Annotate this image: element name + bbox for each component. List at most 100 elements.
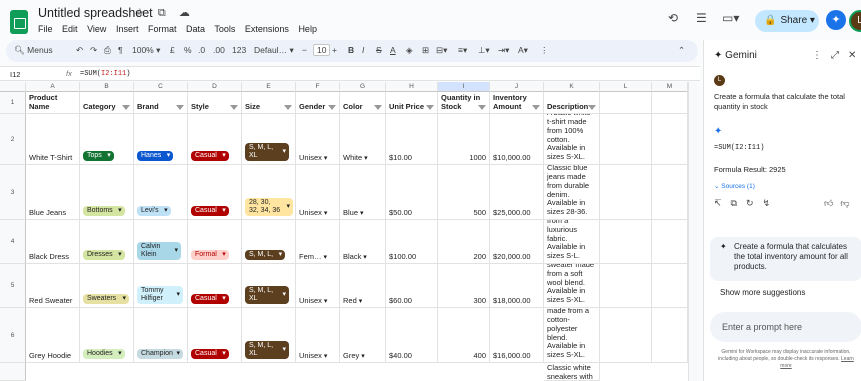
empty-cell[interactable] — [600, 92, 652, 114]
menu-help[interactable]: Help — [298, 24, 317, 34]
gender-dropdown[interactable]: Unisex — [299, 208, 327, 217]
currency-button[interactable]: £ — [170, 45, 175, 55]
size-chip[interactable]: 28, 30, 32, 34, 36 — [245, 198, 293, 216]
italic-icon[interactable]: I — [362, 45, 364, 55]
increase-decimal-button[interactable]: .00 — [213, 45, 225, 55]
table-cell[interactable]: A basic white t-shirt made from 100% cot… — [544, 114, 600, 165]
column-header-d[interactable]: D — [188, 82, 242, 92]
menu-file[interactable]: File — [38, 24, 53, 34]
table-cell[interactable]: White T-Shirt — [26, 114, 80, 165]
table-cell[interactable]: 500 — [438, 165, 490, 220]
table-cell[interactable]: Grey — [340, 308, 386, 363]
more-options-icon[interactable]: ⋮ — [812, 50, 831, 61]
category-chip[interactable]: Sweaters — [83, 294, 129, 304]
regenerate-icon[interactable]: ↻ — [746, 198, 763, 208]
empty-cell[interactable] — [652, 308, 688, 363]
text-rotation-icon[interactable]: A▾ — [518, 45, 528, 56]
color-dropdown[interactable]: Red — [343, 296, 362, 305]
header-cell[interactable]: Description — [544, 92, 600, 114]
header-cell[interactable]: Color — [340, 92, 386, 114]
table-cell[interactable]: Tops — [80, 114, 134, 165]
sources-toggle[interactable]: ⌄ Sources (1) — [714, 182, 755, 190]
name-box[interactable]: I12 — [10, 70, 20, 79]
table-cell[interactable]: 300 — [438, 264, 490, 308]
row-header-6[interactable]: 6 — [0, 308, 26, 363]
style-chip[interactable]: Casual — [191, 206, 229, 216]
filter-icon[interactable] — [328, 105, 336, 110]
table-cell[interactable]: Dresses — [80, 220, 134, 264]
table-cell[interactable]: Casual — [188, 114, 242, 165]
table-cell[interactable]: $40.00 — [386, 308, 438, 363]
collapse-toolbar-icon[interactable]: ⌃ — [678, 45, 685, 56]
font-size-decrease-icon[interactable]: − — [302, 45, 307, 55]
font-select[interactable]: Defaul… ▾ — [254, 45, 294, 56]
gender-dropdown[interactable]: Unisex — [299, 153, 327, 162]
spreadsheet-grid[interactable]: A B C D E F G H I J K L M 1 2 3 4 5 6 Pr… — [0, 82, 698, 381]
table-cell[interactable]: Classic blue jeans made from durable den… — [544, 165, 600, 220]
zoom-select[interactable]: 100% ▾ — [132, 45, 160, 56]
star-move-cloud-icons[interactable]: ☆ ⧉ ☁ — [135, 6, 195, 20]
strikethrough-icon[interactable]: S — [376, 45, 382, 55]
table-cell[interactable]: $100.00 — [386, 220, 438, 264]
menu-view[interactable]: View — [87, 24, 106, 34]
table-cell[interactable]: Casual — [188, 165, 242, 220]
color-dropdown[interactable]: White — [343, 153, 368, 162]
empty-cell[interactable] — [600, 308, 652, 363]
percent-button[interactable]: % — [184, 45, 192, 55]
header-cell[interactable]: Category — [80, 92, 134, 114]
print-icon[interactable]: ⎙ — [104, 45, 111, 56]
column-header-k[interactable]: K — [544, 82, 600, 92]
table-cell[interactable]: S, M, L, XL — [242, 264, 296, 308]
menu-edit[interactable]: Edit — [62, 24, 78, 34]
table-cell[interactable]: $60.00 — [386, 264, 438, 308]
brand-chip[interactable]: Levi's — [137, 206, 171, 216]
header-cell[interactable]: Brand — [134, 92, 188, 114]
filter-icon[interactable] — [426, 105, 434, 110]
color-dropdown[interactable]: Grey — [343, 351, 365, 360]
header-cell[interactable]: Style — [188, 92, 242, 114]
paint-format-icon[interactable]: ¶ — [118, 45, 123, 55]
column-header-e[interactable]: E — [242, 82, 296, 92]
empty-cell[interactable] — [600, 114, 652, 165]
filter-icon[interactable] — [478, 105, 486, 110]
size-chip[interactable]: S, M, L, XL — [245, 286, 289, 304]
row-header-7[interactable] — [0, 363, 26, 381]
row-header-1[interactable]: 1 — [0, 92, 26, 114]
table-cell[interactable]: $50.00 — [386, 165, 438, 220]
menu-extensions[interactable]: Extensions — [245, 24, 289, 34]
table-cell[interactable]: 400 — [438, 308, 490, 363]
table-cell[interactable]: Casual — [188, 308, 242, 363]
undo-icon[interactable]: ↶ — [76, 45, 83, 56]
meet-icon[interactable]: ▭▾ — [722, 11, 739, 25]
filter-icon[interactable] — [230, 105, 238, 110]
table-cell[interactable]: Fem… — [296, 220, 340, 264]
table-cell[interactable]: Unisex — [296, 264, 340, 308]
table-cell[interactable]: Red — [340, 264, 386, 308]
more-options-icon[interactable]: ⋮ — [540, 45, 549, 56]
row-header-5[interactable]: 5 — [0, 264, 26, 308]
table-cell[interactable]: $20,000.00 — [490, 220, 544, 264]
redo-icon[interactable]: ↷ — [90, 45, 97, 56]
table-cell[interactable]: Hoodies — [80, 308, 134, 363]
font-size-increase-icon[interactable]: + — [332, 45, 337, 55]
menu-data[interactable]: Data — [186, 24, 205, 34]
brand-chip[interactable]: Tommy Hilfiger — [137, 286, 183, 304]
text-wrap-icon[interactable]: ⇥▾ — [498, 45, 509, 56]
table-cell[interactable]: White — [340, 114, 386, 165]
header-cell[interactable]: Inventory Amount — [490, 92, 544, 114]
table-cell[interactable]: A cozy red sweater made from a soft wool… — [544, 264, 600, 308]
table-cell[interactable]: Unisex — [296, 165, 340, 220]
brand-chip[interactable]: Hanes — [137, 151, 174, 161]
gemini-button[interactable]: ✦ — [826, 10, 846, 30]
table-cell[interactable]: A little black dress made from a luxurio… — [544, 220, 600, 264]
column-header-m[interactable]: M — [652, 82, 688, 92]
table-cell[interactable]: Hanes — [134, 114, 188, 165]
font-size-input[interactable]: 10 — [313, 44, 331, 56]
table-cell[interactable]: Blue Jeans — [26, 165, 80, 220]
row-header-3[interactable]: 3 — [0, 165, 26, 220]
thumbs-down-icon[interactable]: 👎︎ — [840, 198, 856, 208]
empty-cell[interactable] — [652, 165, 688, 220]
select-all-corner[interactable] — [0, 82, 26, 92]
insert-icon[interactable]: ↸ — [714, 198, 731, 208]
category-chip[interactable]: Bottoms — [83, 206, 125, 216]
